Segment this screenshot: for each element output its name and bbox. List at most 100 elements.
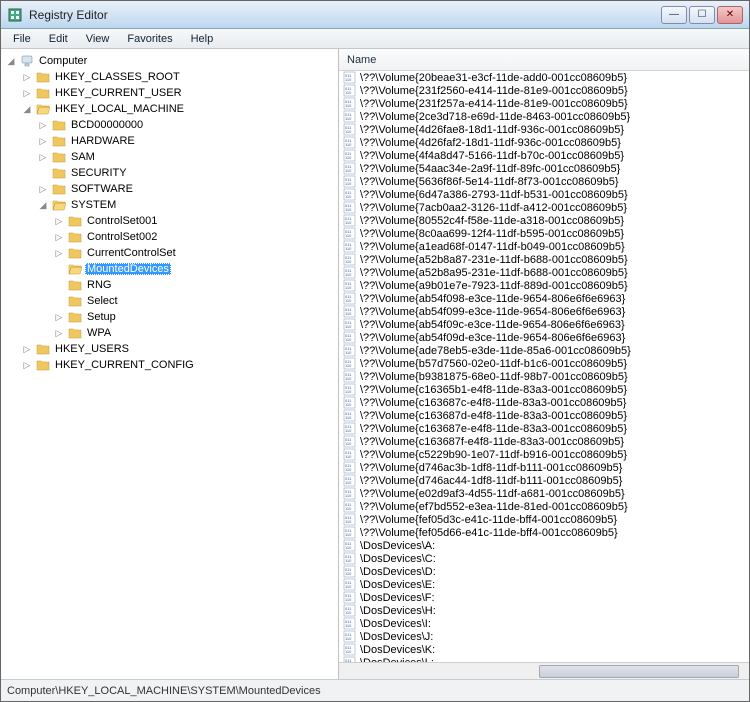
- list-item[interactable]: \??\Volume{ab54f099-e3ce-11de-9654-806e6…: [339, 305, 749, 318]
- close-button[interactable]: ✕: [717, 6, 743, 24]
- list-item[interactable]: \DosDevices\F:: [339, 591, 749, 604]
- list-item[interactable]: \??\Volume{d746ac44-1df8-11df-b111-001cc…: [339, 474, 749, 487]
- expander-icon[interactable]: ▷: [53, 327, 65, 339]
- list-item[interactable]: \??\Volume{a9b01e7e-7923-11df-889d-001cc…: [339, 279, 749, 292]
- menu-view[interactable]: View: [78, 31, 118, 47]
- tree-software[interactable]: ▷SOFTWARE: [37, 181, 336, 197]
- tree-computer[interactable]: ◢Computer: [5, 53, 336, 69]
- expander-icon[interactable]: ▷: [53, 247, 65, 259]
- expander-icon[interactable]: ◢: [21, 103, 33, 115]
- list-item[interactable]: \DosDevices\C:: [339, 552, 749, 565]
- list-item[interactable]: \??\Volume{c16365b1-e4f8-11de-83a3-001cc…: [339, 383, 749, 396]
- minimize-button[interactable]: —: [661, 6, 687, 24]
- tree-hkcc[interactable]: ▷HKEY_CURRENT_CONFIG: [21, 357, 336, 373]
- expander-icon[interactable]: ▷: [37, 151, 49, 163]
- expander-icon[interactable]: [37, 167, 49, 179]
- list-item[interactable]: \??\Volume{c163687e-e4f8-11de-83a3-001cc…: [339, 422, 749, 435]
- expander-icon[interactable]: ▷: [53, 311, 65, 323]
- expander-icon[interactable]: ▷: [37, 135, 49, 147]
- list-item[interactable]: \??\Volume{4f4a8d47-5166-11df-b70c-001cc…: [339, 149, 749, 162]
- tree-hardware[interactable]: ▷HARDWARE: [37, 133, 336, 149]
- expander-icon[interactable]: ▷: [21, 87, 33, 99]
- list-item[interactable]: \DosDevices\J:: [339, 630, 749, 643]
- list-item[interactable]: \??\Volume{ab54f09d-e3ce-11de-9654-806e6…: [339, 331, 749, 344]
- menu-file[interactable]: File: [5, 31, 39, 47]
- list-item[interactable]: \DosDevices\K:: [339, 643, 749, 656]
- list-item[interactable]: \??\Volume{a52b8a95-231e-11df-b688-001cc…: [339, 266, 749, 279]
- tree-ccs[interactable]: ▷CurrentControlSet: [53, 245, 336, 261]
- tree-hkcu[interactable]: ▷HKEY_CURRENT_USER: [21, 85, 336, 101]
- expander-icon[interactable]: ▷: [37, 183, 49, 195]
- tree-security[interactable]: SECURITY: [37, 165, 336, 181]
- list-item[interactable]: \??\Volume{5636f86f-5e14-11df-8f73-001cc…: [339, 175, 749, 188]
- tree-sam[interactable]: ▷SAM: [37, 149, 336, 165]
- tree-panel[interactable]: ◢Computer ▷HKEY_CLASSES_ROOT ▷HKEY_CURRE…: [1, 49, 339, 679]
- tree-rng[interactable]: RNG: [53, 277, 336, 293]
- list-item[interactable]: \??\Volume{20beae31-e3cf-11de-add0-001cc…: [339, 71, 749, 84]
- tree-select[interactable]: Select: [53, 293, 336, 309]
- list-item[interactable]: \??\Volume{d746ac3b-1df8-11df-b111-001cc…: [339, 461, 749, 474]
- tree-wpa[interactable]: ▷WPA: [53, 325, 336, 341]
- list-item[interactable]: \??\Volume{b57d7560-02e0-11df-b1c6-001cc…: [339, 357, 749, 370]
- tree-setup[interactable]: ▷Setup: [53, 309, 336, 325]
- list-item[interactable]: \??\Volume{ade78eb5-e3de-11de-85a6-001cc…: [339, 344, 749, 357]
- list-item[interactable]: \DosDevices\D:: [339, 565, 749, 578]
- tree-ccs001[interactable]: ▷ControlSet001: [53, 213, 336, 229]
- list-item[interactable]: \??\Volume{4d26fae8-18d1-11df-936c-001cc…: [339, 123, 749, 136]
- list-item[interactable]: \??\Volume{c163687f-e4f8-11de-83a3-001cc…: [339, 435, 749, 448]
- tree-bcd[interactable]: ▷BCD00000000: [37, 117, 336, 133]
- tree-hklm[interactable]: ◢HKEY_LOCAL_MACHINE: [21, 101, 336, 117]
- list-item[interactable]: \??\Volume{80552c4f-f58e-11de-a318-001cc…: [339, 214, 749, 227]
- list-item[interactable]: \??\Volume{231f257a-e414-11de-81e9-001cc…: [339, 97, 749, 110]
- expander-icon[interactable]: ▷: [21, 359, 33, 371]
- expander-icon[interactable]: ◢: [37, 199, 49, 211]
- expander-icon[interactable]: [53, 279, 65, 291]
- expander-icon[interactable]: ▷: [53, 231, 65, 243]
- list-item[interactable]: \??\Volume{a1ead68f-0147-11df-b049-001cc…: [339, 240, 749, 253]
- expander-icon[interactable]: ▷: [21, 71, 33, 83]
- list-item[interactable]: \??\Volume{6d47a386-2793-11df-b531-001cc…: [339, 188, 749, 201]
- list-item[interactable]: \??\Volume{8c0aa699-12f4-11df-b595-001cc…: [339, 227, 749, 240]
- list-item[interactable]: \??\Volume{231f2560-e414-11de-81e9-001cc…: [339, 84, 749, 97]
- list-item[interactable]: \??\Volume{2ce3d718-e69d-11de-8463-001cc…: [339, 110, 749, 123]
- list-item[interactable]: \??\Volume{54aac34e-2a9f-11df-89fc-001cc…: [339, 162, 749, 175]
- menu-help[interactable]: Help: [183, 31, 222, 47]
- list-item[interactable]: \??\Volume{b9381875-68e0-11df-98b7-001cc…: [339, 370, 749, 383]
- folder-icon: [36, 86, 50, 100]
- list-item[interactable]: \DosDevices\H:: [339, 604, 749, 617]
- list-item[interactable]: \??\Volume{c5229b90-1e07-11df-b916-001cc…: [339, 448, 749, 461]
- expander-icon[interactable]: ▷: [37, 119, 49, 131]
- list-item[interactable]: \??\Volume{ab54f098-e3ce-11de-9654-806e6…: [339, 292, 749, 305]
- folder-icon: [68, 294, 82, 308]
- list-item[interactable]: \??\Volume{a52b8a87-231e-11df-b688-001cc…: [339, 253, 749, 266]
- expander-icon[interactable]: [53, 263, 65, 275]
- list-item[interactable]: \??\Volume{7acb0aa2-3126-11df-a412-001cc…: [339, 201, 749, 214]
- expander-icon[interactable]: ◢: [5, 55, 17, 67]
- list-item[interactable]: \DosDevices\E:: [339, 578, 749, 591]
- list-item[interactable]: \??\Volume{c163687d-e4f8-11de-83a3-001cc…: [339, 409, 749, 422]
- expander-icon[interactable]: ▷: [21, 343, 33, 355]
- list-item[interactable]: \DosDevices\I:: [339, 617, 749, 630]
- tree-ccs002[interactable]: ▷ControlSet002: [53, 229, 336, 245]
- menu-favorites[interactable]: Favorites: [119, 31, 180, 47]
- list-item[interactable]: \??\Volume{fef05d3c-e41c-11de-bff4-001cc…: [339, 513, 749, 526]
- list-item[interactable]: \??\Volume{ab54f09c-e3ce-11de-9654-806e6…: [339, 318, 749, 331]
- list-item[interactable]: \??\Volume{fef05d66-e41c-11de-bff4-001cc…: [339, 526, 749, 539]
- tree-mounted[interactable]: MountedDevices: [53, 261, 336, 277]
- list-item[interactable]: \??\Volume{c163687c-e4f8-11de-83a3-001cc…: [339, 396, 749, 409]
- horizontal-scrollbar[interactable]: [339, 662, 749, 679]
- list-item[interactable]: \??\Volume{4d26faf2-18d1-11df-936c-001cc…: [339, 136, 749, 149]
- expander-icon[interactable]: ▷: [53, 215, 65, 227]
- list-body[interactable]: \??\Volume{20beae31-e3cf-11de-add0-001cc…: [339, 71, 749, 662]
- tree-hku[interactable]: ▷HKEY_USERS: [21, 341, 336, 357]
- scrollbar-thumb[interactable]: [539, 665, 739, 678]
- tree-hkcr[interactable]: ▷HKEY_CLASSES_ROOT: [21, 69, 336, 85]
- expander-icon[interactable]: [53, 295, 65, 307]
- list-header-name[interactable]: Name: [339, 49, 749, 71]
- list-item[interactable]: \??\Volume{ef7bd552-e3ea-11de-81ed-001cc…: [339, 500, 749, 513]
- list-item[interactable]: \DosDevices\A:: [339, 539, 749, 552]
- maximize-button[interactable]: ☐: [689, 6, 715, 24]
- menu-edit[interactable]: Edit: [41, 31, 76, 47]
- list-item[interactable]: \??\Volume{e02d9af3-4d55-11df-a681-001cc…: [339, 487, 749, 500]
- tree-system[interactable]: ◢SYSTEM: [37, 197, 336, 213]
